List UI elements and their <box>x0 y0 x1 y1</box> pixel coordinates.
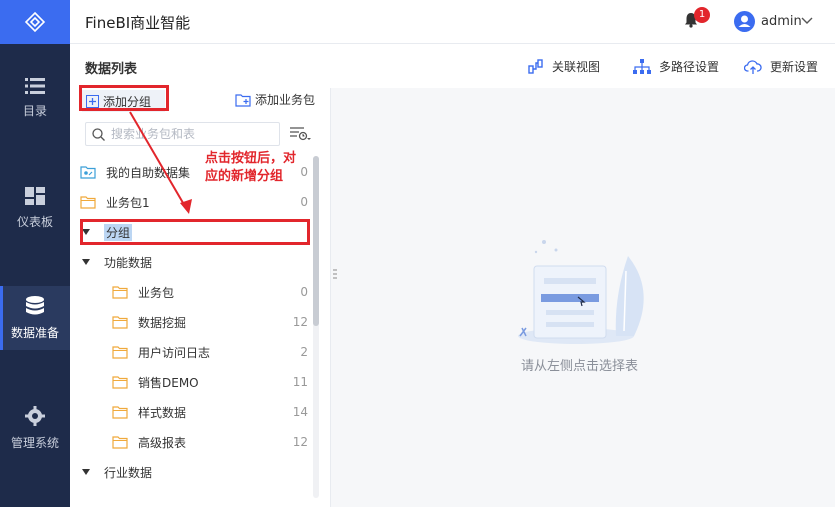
annotation-text: 点击按钮后，对应的新增分组 <box>205 151 297 184</box>
app-root: 目录 仪表板 数据准备 管理系统 FineBI商业智能 1 admin 数据列表… <box>0 0 835 507</box>
annotation-arrow <box>129 111 192 214</box>
